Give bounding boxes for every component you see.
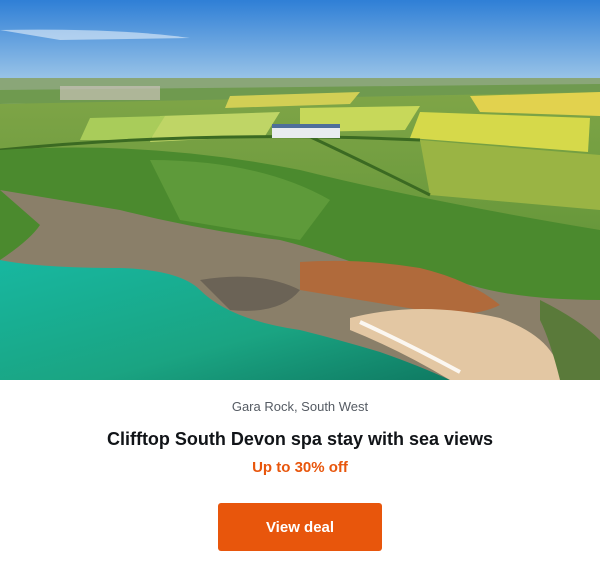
discount-label: Up to 30% off bbox=[252, 459, 348, 476]
deal-card[interactable]: Gara Rock, South West Clifftop South Dev… bbox=[0, 0, 600, 575]
view-deal-button[interactable]: View deal bbox=[218, 503, 382, 551]
location-label: Gara Rock, South West bbox=[231, 399, 369, 414]
hero-image[interactable] bbox=[0, 0, 600, 380]
deal-title[interactable]: Clifftop South Devon spa stay with sea v… bbox=[0, 429, 600, 450]
